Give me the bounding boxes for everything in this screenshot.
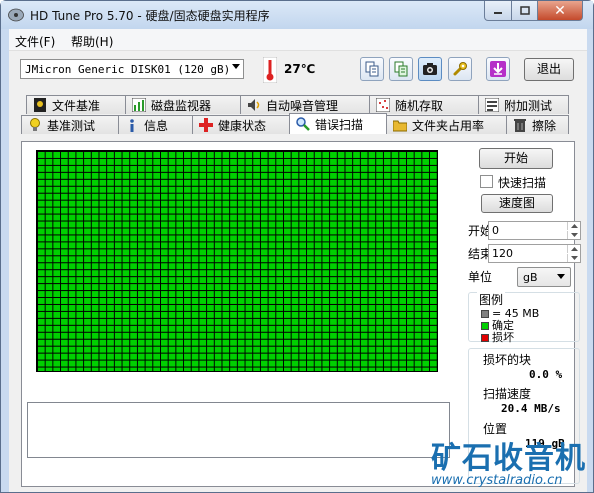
tab-health[interactable]: 健康状态 (192, 115, 290, 134)
random-access-icon (376, 98, 390, 112)
tab-label: 磁盘监视器 (151, 98, 212, 113)
chevron-down-icon (232, 64, 240, 69)
tab-file-benchmark[interactable]: 文件基准 (26, 95, 126, 114)
maximize-icon (519, 6, 530, 15)
tab-disk-monitor[interactable]: 磁盘监视器 (125, 95, 241, 114)
start-field-value: 0 (492, 224, 499, 237)
scan-log-box[interactable] (27, 402, 450, 458)
tab-aam[interactable]: 自动噪音管理 (240, 95, 370, 114)
minimize-icon (494, 11, 502, 14)
info-icon (130, 119, 134, 132)
tab-extra-tests[interactable]: 附加测试 (478, 95, 569, 114)
legend-swatch (481, 322, 489, 330)
menu-bar: 文件(F) 帮助(H) (9, 29, 587, 51)
screenshot-button[interactable] (418, 57, 442, 81)
download-icon (490, 61, 506, 77)
drive-select-value: JMicron Generic DISK01 (120 gB) (25, 63, 231, 76)
watermark-url: www.crystalradio.cn (431, 473, 563, 488)
scan-speed-label: 扫描速度 (483, 387, 532, 401)
spin-down-icon[interactable] (567, 231, 580, 239)
legend-text: 损坏 (492, 331, 514, 344)
unit-select-value: gB (523, 271, 538, 284)
chevron-down-icon (557, 274, 565, 279)
app-window: HD Tune Pro 5.70 - 硬盘/固态硬盘实用程序 ✕ 文件(F) 帮… (0, 0, 594, 493)
copy-all-icon (394, 61, 408, 77)
tab-label: 文件夹占用率 (412, 118, 485, 133)
tab-label: 错误扫描 (315, 117, 364, 132)
watermark: 矿石收音机 www.crystalradio.cn (411, 429, 594, 493)
drive-select[interactable]: JMicron Generic DISK01 (120 gB) (20, 59, 244, 79)
unit-label: 单位 (468, 270, 493, 284)
tab-label: 自动噪音管理 (266, 98, 339, 113)
trash-icon (514, 119, 526, 132)
camera-icon (423, 63, 437, 75)
close-icon: ✕ (554, 2, 566, 19)
folder-icon (393, 120, 407, 132)
thermometer-icon (263, 57, 277, 83)
bulb-icon (30, 118, 40, 131)
legend-swatch (481, 310, 489, 318)
spin-up-icon[interactable] (567, 222, 580, 230)
spin-down-icon[interactable] (567, 254, 580, 262)
menu-help[interactable]: 帮助(H) (71, 33, 113, 50)
start-scan-button[interactable]: 开始 (479, 148, 553, 169)
window-title: HD Tune Pro 5.70 - 硬盘/固态硬盘实用程序 (30, 9, 270, 23)
watermark-logo-text: 矿石收音机 (431, 441, 586, 476)
quick-scan-checkbox[interactable] (480, 175, 493, 188)
spin-up-icon[interactable] (567, 245, 580, 253)
tab-erase[interactable]: 擦除 (506, 115, 569, 134)
tab-label: 擦除 (532, 118, 557, 133)
tab-row-top: 文件基准 磁盘监视器 自动噪音管理 随机存取 附加测试 (9, 95, 587, 115)
tab-info[interactable]: 信息 (118, 115, 193, 134)
legend-group: 图例 = 45 MB 确定 损坏 (468, 291, 580, 344)
tab-row-bottom: 基准测试 信息 健康状态 错误扫描 文件夹占用率 擦除 (9, 113, 587, 135)
temperature-readout: 27℃ (284, 62, 316, 76)
tab-label: 附加测试 (504, 98, 553, 113)
disk-monitor-icon (132, 98, 146, 112)
magnifier-icon (296, 117, 310, 131)
tab-label: 基准测试 (47, 118, 96, 133)
copy-icon (365, 61, 379, 77)
red-cross-icon (199, 118, 213, 132)
copy-all-button[interactable] (389, 57, 413, 81)
damaged-blocks-value: 0.0 % (529, 368, 563, 381)
tab-folder-usage[interactable]: 文件夹占用率 (386, 115, 507, 134)
title-bar[interactable]: HD Tune Pro 5.70 - 硬盘/固态硬盘实用程序 ✕ (1, 1, 593, 29)
file-benchmark-icon (34, 98, 46, 112)
tab-label: 随机存取 (395, 98, 444, 113)
minimize-button[interactable] (484, 1, 512, 21)
options-button[interactable] (448, 57, 472, 81)
damaged-blocks-label: 损坏的块 (483, 353, 532, 367)
wrench-icon (453, 62, 467, 76)
client-area: 文件(F) 帮助(H) JMicron Generic DISK01 (120 … (9, 29, 587, 492)
start-field[interactable]: 0 (488, 221, 581, 240)
scan-speed-value: 20.4 MB/s (501, 402, 561, 415)
tab-benchmark[interactable]: 基准测试 (21, 115, 119, 134)
end-field[interactable]: 120 (488, 244, 581, 263)
extra-tests-icon (485, 98, 499, 112)
unit-select[interactable]: gB (517, 267, 571, 287)
speaker-icon (248, 99, 260, 111)
quick-scan-label: 快速扫描 (498, 176, 547, 190)
legend-item-damaged: 损坏 (481, 332, 514, 344)
tab-error-scan[interactable]: 错误扫描 (289, 113, 387, 134)
scan-block-map (36, 150, 438, 372)
speed-map-button[interactable]: 速度图 (481, 194, 553, 213)
close-button[interactable]: ✕ (537, 1, 583, 21)
tab-label: 信息 (144, 118, 169, 133)
menu-file[interactable]: 文件(F) (15, 33, 55, 50)
save-button[interactable] (486, 57, 510, 81)
copy-info-button[interactable] (360, 57, 384, 81)
app-icon (8, 8, 24, 22)
tab-label: 文件基准 (52, 98, 101, 113)
tab-label: 健康状态 (218, 118, 267, 133)
tab-random-access[interactable]: 随机存取 (369, 95, 479, 114)
legend-swatch (481, 334, 489, 342)
end-field-value: 120 (492, 247, 513, 260)
maximize-button[interactable] (511, 1, 538, 21)
legend-title: 图例 (477, 291, 506, 308)
exit-button[interactable]: 退出 (524, 58, 574, 81)
